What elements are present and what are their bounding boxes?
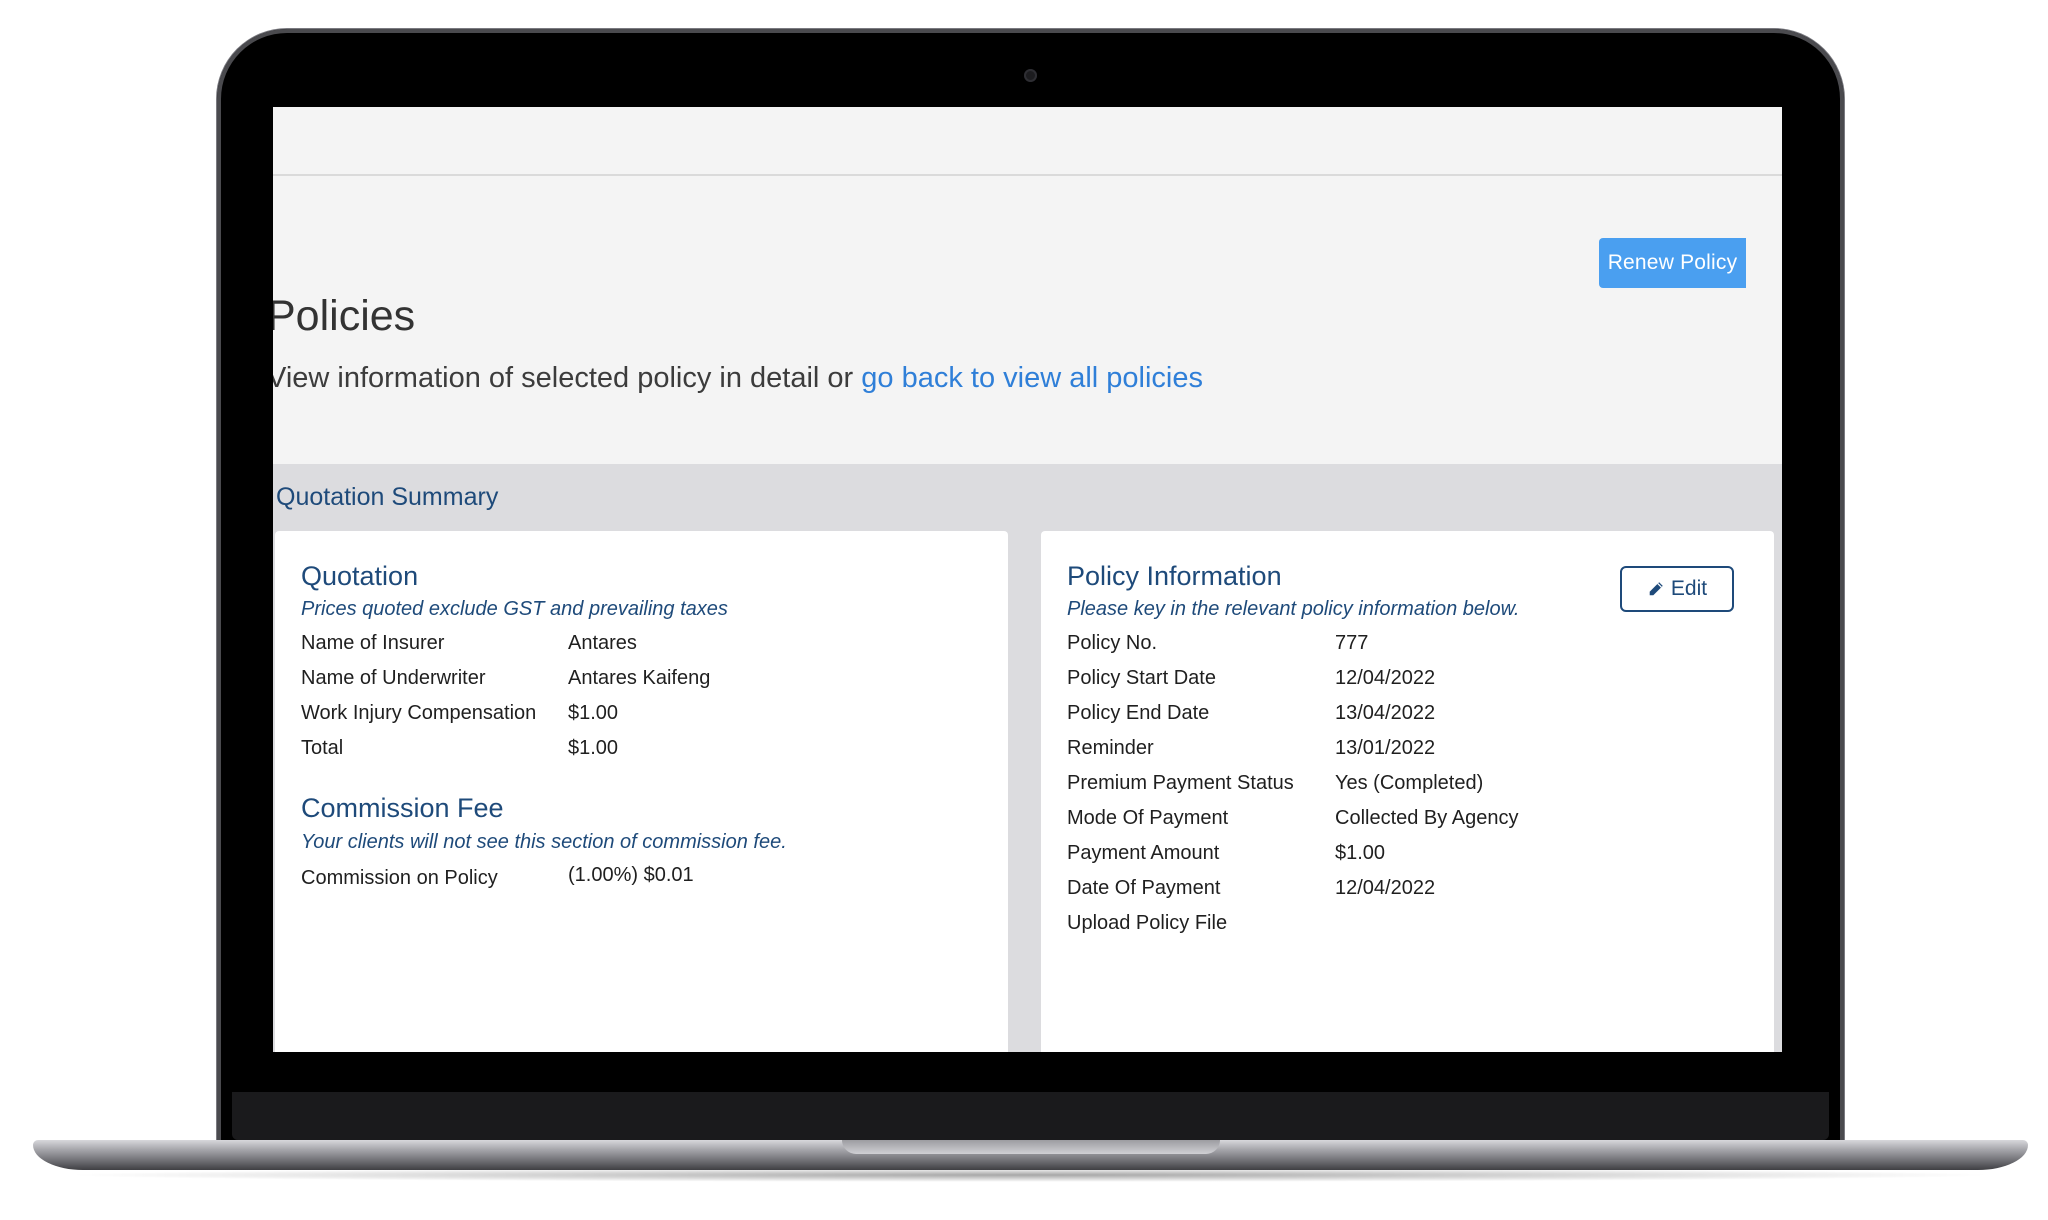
insurer-label: Name of Insurer (301, 632, 445, 654)
payment-date-value: 12/04/2022 (1335, 877, 1436, 899)
renew-policy-button[interactable]: Renew Policy (1599, 238, 1746, 288)
page-subtitle: View information of selected policy in d… (273, 362, 1203, 395)
policy-end-date-value: 13/04/2022 (1335, 702, 1436, 724)
payment-status-label: Premium Payment Status (1067, 772, 1294, 794)
commission-heading: Commission Fee (301, 793, 504, 823)
commission-note: Your clients will not see this section o… (301, 831, 787, 853)
app-screen: Renew Policy Policies View information o… (273, 107, 1782, 1052)
top-navbar (273, 107, 1782, 176)
wic-label: Work Injury Compensation (301, 702, 537, 724)
pencil-icon (1649, 582, 1663, 596)
payment-date-label: Date Of Payment (1067, 877, 1221, 899)
page-title: Policies (273, 292, 416, 340)
subtitle-text: View information of selected policy in d… (273, 362, 862, 394)
total-label: Total (301, 737, 344, 759)
page-header (273, 176, 1782, 464)
insurer-value: Antares (568, 632, 637, 654)
commission-value: (1.00%) $0.01 (568, 864, 694, 886)
payment-mode-value: Collected By Agency (1335, 807, 1519, 829)
payment-status-value: Yes (Completed) (1335, 772, 1484, 794)
quotation-summary-heading: Quotation Summary (276, 483, 499, 511)
quotation-note: Prices quoted exclude GST and prevailing… (301, 598, 728, 620)
quotation-heading: Quotation (301, 561, 419, 591)
underwriter-label: Name of Underwriter (301, 667, 486, 689)
edit-button[interactable]: Edit (1620, 566, 1734, 612)
policy-no-label: Policy No. (1067, 632, 1158, 654)
webcam-icon (1024, 69, 1037, 82)
commission-label: Commission on Policy (301, 867, 498, 889)
policy-information-heading: Policy Information (1067, 561, 1282, 591)
policy-no-value: 777 (1335, 632, 1369, 654)
payment-amount-value: $1.00 (1335, 842, 1386, 864)
laptop-chin-panel (232, 1092, 1829, 1140)
total-value: $1.00 (568, 737, 619, 759)
payment-mode-label: Mode Of Payment (1067, 807, 1229, 829)
policy-start-date-value: 12/04/2022 (1335, 667, 1436, 689)
payment-amount-label: Payment Amount (1067, 842, 1220, 864)
policy-information-card: Policy Information Edit Please key in th… (1041, 531, 1774, 1052)
policy-end-date-label: Policy End Date (1067, 702, 1210, 724)
quotation-card: Quotation Prices quoted exclude GST and … (275, 531, 1008, 1052)
reminder-value: 13/01/2022 (1335, 737, 1436, 759)
upload-policy-file-label: Upload Policy File (1067, 912, 1228, 934)
view-all-policies-link[interactable]: go back to view all policies (861, 362, 1203, 394)
reminder-label: Reminder (1067, 737, 1154, 759)
edit-label: Edit (1670, 577, 1708, 600)
laptop-hinge-notch (842, 1140, 1220, 1154)
wic-value: $1.00 (568, 702, 619, 724)
policy-information-note: Please key in the relevant policy inform… (1067, 598, 1520, 620)
laptop-shadow (60, 1168, 2000, 1182)
policy-start-date-label: Policy Start Date (1067, 667, 1216, 689)
underwriter-value: Antares Kaifeng (568, 667, 711, 689)
